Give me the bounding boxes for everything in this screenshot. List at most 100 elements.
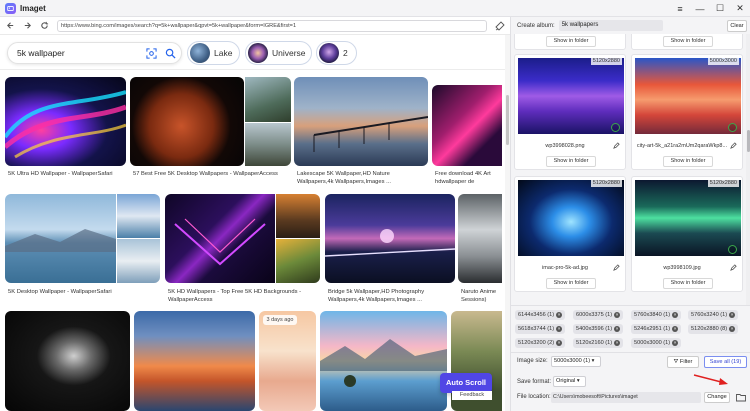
save-format-value: Original <box>556 378 576 384</box>
image-result[interactable] <box>458 194 502 283</box>
visual-search-icon[interactable] <box>146 48 157 59</box>
image-result[interactable] <box>117 194 160 238</box>
card-thumbnail[interactable] <box>635 180 741 256</box>
reload-icon[interactable] <box>37 19 51 33</box>
size-chip[interactable]: 5120x3200 (2) × <box>515 338 566 348</box>
change-button[interactable]: Change <box>704 392 730 403</box>
checkmark-icon[interactable] <box>728 245 737 254</box>
remove-icon[interactable]: × <box>556 339 563 346</box>
show-in-folder-button[interactable]: Show in folder <box>546 156 596 167</box>
image-result[interactable] <box>130 77 244 166</box>
maximize-icon[interactable]: ☐ <box>710 0 730 17</box>
menu-icon[interactable]: ≡ <box>670 0 690 17</box>
file-location-input[interactable]: C:\Users\mobeesoft\Pictures\imaget <box>551 392 701 403</box>
image-size-select[interactable]: 5000x3000 (1) ▾ <box>551 356 601 367</box>
image-result[interactable] <box>320 311 447 411</box>
remove-icon[interactable]: × <box>556 311 563 318</box>
image-result[interactable] <box>432 85 502 166</box>
remove-icon[interactable]: × <box>729 311 736 318</box>
size-chip[interactable]: 5760x3840 (1) × <box>631 310 682 320</box>
image-caption[interactable]: Free download 4K Art hdwallpaper de <box>435 170 503 186</box>
album-name-input[interactable]: 5k wallpapers <box>558 20 663 31</box>
size-chip[interactable]: 5400x3596 (1) × <box>573 324 624 334</box>
image-result[interactable] <box>259 311 316 411</box>
search-input[interactable]: 5k wallpaper <box>7 42 182 64</box>
auto-scroll-button[interactable]: Auto Scroll <box>440 373 492 393</box>
image-result[interactable] <box>276 239 320 283</box>
image-result[interactable] <box>165 194 275 283</box>
show-in-folder-button[interactable]: Show in folder <box>663 156 713 167</box>
checkmark-icon[interactable] <box>611 123 620 132</box>
image-result[interactable] <box>245 77 291 122</box>
search-icon[interactable] <box>165 48 176 59</box>
card-thumbnail[interactable] <box>518 58 624 134</box>
clear-button[interactable]: Clear <box>727 20 747 32</box>
show-in-folder-button[interactable]: Show in folder <box>663 36 713 47</box>
image-result[interactable] <box>5 311 130 411</box>
edit-icon[interactable] <box>613 264 620 271</box>
size-chip[interactable]: 5760x3240 (1) × <box>688 310 739 320</box>
image-result[interactable] <box>117 239 160 283</box>
remove-icon[interactable]: × <box>729 325 736 332</box>
image-result[interactable] <box>325 194 455 283</box>
chip-thumbnail <box>190 43 210 63</box>
image-result[interactable] <box>294 77 428 166</box>
image-caption[interactable]: Lakescape 5K Wallpaper,HD Nature Wallpap… <box>297 170 425 186</box>
title-bar: Imaget ≡ — ☐ ✕ <box>0 0 750 17</box>
image-result[interactable] <box>245 123 291 166</box>
size-chip[interactable]: 5246x2951 (1) × <box>631 324 682 334</box>
minimize-icon[interactable]: — <box>690 0 710 17</box>
image-caption[interactable]: 57 Best Free 5K Desktop Wallpapers - Wal… <box>133 170 291 178</box>
size-chip[interactable]: 5000x3000 (1) × <box>631 338 682 348</box>
remove-icon[interactable]: × <box>672 311 679 318</box>
chip-universe[interactable]: Universe <box>245 41 312 65</box>
file-name: imac-pro-5k-ad.jpg <box>542 265 588 271</box>
show-in-folder-button[interactable]: Show in folder <box>546 36 596 47</box>
image-result[interactable] <box>134 311 255 411</box>
image-result[interactable] <box>276 194 320 238</box>
remove-icon[interactable]: × <box>672 325 679 332</box>
card-thumbnail[interactable] <box>518 180 624 256</box>
edit-icon[interactable] <box>613 142 620 149</box>
size-chip[interactable]: 5618x3744 (1) × <box>515 324 566 334</box>
image-caption[interactable]: 5K Desktop Wallpaper - WallpaperSafari <box>8 288 158 296</box>
show-in-folder-button[interactable]: Show in folder <box>663 278 713 289</box>
image-result[interactable] <box>5 194 116 283</box>
remove-icon[interactable]: × <box>672 339 679 346</box>
address-bar[interactable]: https://www.bing.com/images/search?q=5k+… <box>57 19 487 32</box>
panel-scrollbar[interactable] <box>746 34 750 316</box>
scrollbar-thumb[interactable] <box>506 95 509 145</box>
remove-icon[interactable]: × <box>614 311 621 318</box>
size-chip[interactable]: 6000x3375 (1) × <box>573 310 624 320</box>
checkmark-icon[interactable] <box>728 123 737 132</box>
filter-button[interactable]: ⛛ Filter <box>667 356 699 368</box>
remove-icon[interactable]: × <box>556 325 563 332</box>
edit-icon[interactable] <box>730 142 737 149</box>
remove-icon[interactable]: × <box>614 325 621 332</box>
size-chip[interactable]: 6144x3456 (1) × <box>515 310 566 320</box>
edit-icon[interactable] <box>730 264 737 271</box>
size-chip[interactable]: 5120x2160 (1) × <box>573 338 624 348</box>
image-caption[interactable]: 5K HD Wallpapers - Top Free 5K HD Backgr… <box>168 288 318 304</box>
extension-icon[interactable] <box>495 20 505 31</box>
save-all-button[interactable]: Save all (19) <box>704 356 747 368</box>
filter-icon: ⛛ <box>673 359 679 365</box>
remove-icon[interactable]: × <box>614 339 621 346</box>
save-format-select[interactable]: Original ▾ <box>553 376 586 387</box>
show-in-folder-button[interactable]: Show in folder <box>546 278 596 289</box>
download-panel: Create album: 5k wallpapers Clear Show i… <box>510 17 750 411</box>
image-caption[interactable]: Naruto Anime Sessions) <box>461 288 505 304</box>
size-filter-chips: 6144x3456 (1) × 6000x3375 (1) × 5760x3840 … <box>511 305 750 350</box>
folder-icon[interactable] <box>736 393 746 402</box>
chip-lake[interactable]: Lake <box>187 41 240 65</box>
back-arrow-icon[interactable] <box>3 19 17 33</box>
chip-2[interactable]: 2 <box>316 41 357 65</box>
card-thumbnail[interactable] <box>635 58 741 134</box>
close-icon[interactable]: ✕ <box>730 0 750 17</box>
image-result[interactable] <box>5 77 126 166</box>
forward-arrow-icon[interactable] <box>20 19 34 33</box>
size-chip[interactable]: 5120x2880 (8) × <box>688 324 739 334</box>
image-caption[interactable]: Bridge 5k Wallpaper,HD Photography Wallp… <box>328 288 456 304</box>
feedback-link[interactable]: Feedback <box>452 391 492 400</box>
image-caption[interactable]: 5K Ultra HD Wallpaper - WallpaperSafari <box>8 170 126 178</box>
